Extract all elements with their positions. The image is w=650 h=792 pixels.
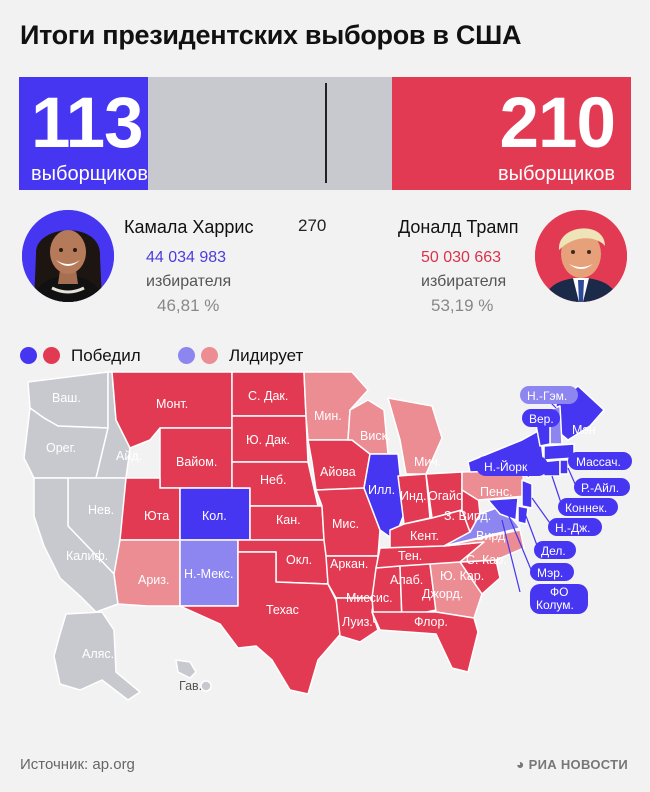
brand-logo: ◕ РИА НОВОСТИ bbox=[515, 756, 628, 772]
us-states-map: Ваш. Орег. Айд. Нев. Калиф. Монт. Вайом.… bbox=[23, 371, 632, 701]
label-me: Мэн bbox=[572, 423, 596, 437]
label-pa: Пенс. bbox=[480, 485, 513, 499]
label-mi: Мич. bbox=[414, 455, 441, 469]
label-ok: Окл. bbox=[286, 553, 312, 567]
label-tx: Техас bbox=[266, 603, 299, 617]
label-ar: Аркан. bbox=[330, 557, 368, 571]
label-oh: Огайо bbox=[428, 489, 463, 503]
label-in: Инд. bbox=[400, 489, 427, 503]
state-hi-island bbox=[200, 680, 212, 692]
pill-nh: Н.-Гэм. bbox=[520, 386, 578, 404]
label-wy: Вайом. bbox=[176, 455, 217, 469]
svg-text:Коннек.: Коннек. bbox=[565, 501, 607, 515]
svg-text:ФО: ФО bbox=[550, 585, 568, 599]
svg-text:Колум.: Колум. bbox=[536, 598, 574, 612]
state-nj bbox=[521, 479, 533, 509]
label-az: Ариз. bbox=[138, 573, 169, 587]
label-ia: Айова bbox=[320, 465, 356, 479]
svg-text:Н.-Йорк: Н.-Йорк bbox=[484, 459, 528, 474]
svg-text:Н.-Гэм.: Н.-Гэм. bbox=[527, 389, 567, 403]
pill-nj: Н.-Дж. bbox=[548, 518, 602, 536]
label-id: Айд. bbox=[116, 449, 142, 463]
label-ms: Миссис. bbox=[346, 591, 393, 605]
label-ne: Неб. bbox=[260, 473, 286, 487]
label-sc: Ю. Кар. bbox=[440, 569, 484, 583]
state-ri bbox=[559, 459, 569, 475]
label-va: Вирд. bbox=[476, 529, 509, 543]
pill-ct: Коннек. bbox=[558, 498, 618, 516]
label-mt: Монт. bbox=[156, 397, 188, 411]
svg-text:Мэр.: Мэр. bbox=[537, 566, 563, 580]
svg-text:Н.-Дж.: Н.-Дж. bbox=[555, 521, 590, 535]
label-ky: Кент. bbox=[410, 529, 439, 543]
label-nc: С. Кар. bbox=[466, 553, 507, 567]
pill-ny: Н.-Йорк bbox=[476, 456, 548, 476]
label-la: Луиз. bbox=[342, 615, 373, 629]
pill-de: Дел. bbox=[534, 541, 576, 559]
label-nv: Нев. bbox=[88, 503, 114, 517]
label-nm: Н.-Мекс. bbox=[184, 567, 234, 581]
label-ks: Кан. bbox=[276, 513, 301, 527]
label-wv: З. Вирд. bbox=[444, 509, 491, 523]
label-ak: Аляс. bbox=[82, 647, 114, 661]
label-or: Орег. bbox=[46, 441, 76, 455]
label-ca: Калиф. bbox=[66, 549, 108, 563]
svg-text:Массач.: Массач. bbox=[576, 455, 621, 469]
svg-text:Р.-Айл.: Р.-Айл. bbox=[581, 481, 619, 495]
label-hi: Гав. bbox=[179, 679, 202, 693]
pill-vt: Вер. bbox=[522, 409, 560, 427]
label-mn: Мин. bbox=[314, 409, 342, 423]
label-sd: С. Дак. bbox=[248, 389, 288, 403]
label-tn: Тен. bbox=[398, 549, 422, 563]
label-nd: Ю. Дак. bbox=[246, 433, 290, 447]
label-wi: Виск. bbox=[360, 429, 391, 443]
pill-dc: ФО Колум. bbox=[530, 584, 588, 614]
label-ut: Юта bbox=[144, 509, 169, 523]
svg-text:Дел.: Дел. bbox=[541, 544, 566, 558]
pill-md: Мэр. bbox=[530, 563, 574, 581]
label-fl: Флор. bbox=[414, 615, 448, 629]
source-note: Источник: ap.org bbox=[20, 756, 135, 773]
label-ga: Джорд. bbox=[422, 587, 463, 601]
pill-ri: Р.-Айл. bbox=[574, 478, 630, 496]
label-mo: Мис. bbox=[332, 517, 359, 531]
label-al: Алаб. bbox=[390, 573, 423, 587]
state-hi bbox=[175, 659, 197, 679]
pill-ma: Массач. bbox=[568, 452, 632, 470]
label-co: Кол. bbox=[202, 509, 227, 523]
label-il: Илл. bbox=[368, 483, 395, 497]
label-wa: Ваш. bbox=[52, 391, 81, 405]
state-de bbox=[517, 505, 529, 525]
svg-text:Вер.: Вер. bbox=[529, 412, 554, 426]
